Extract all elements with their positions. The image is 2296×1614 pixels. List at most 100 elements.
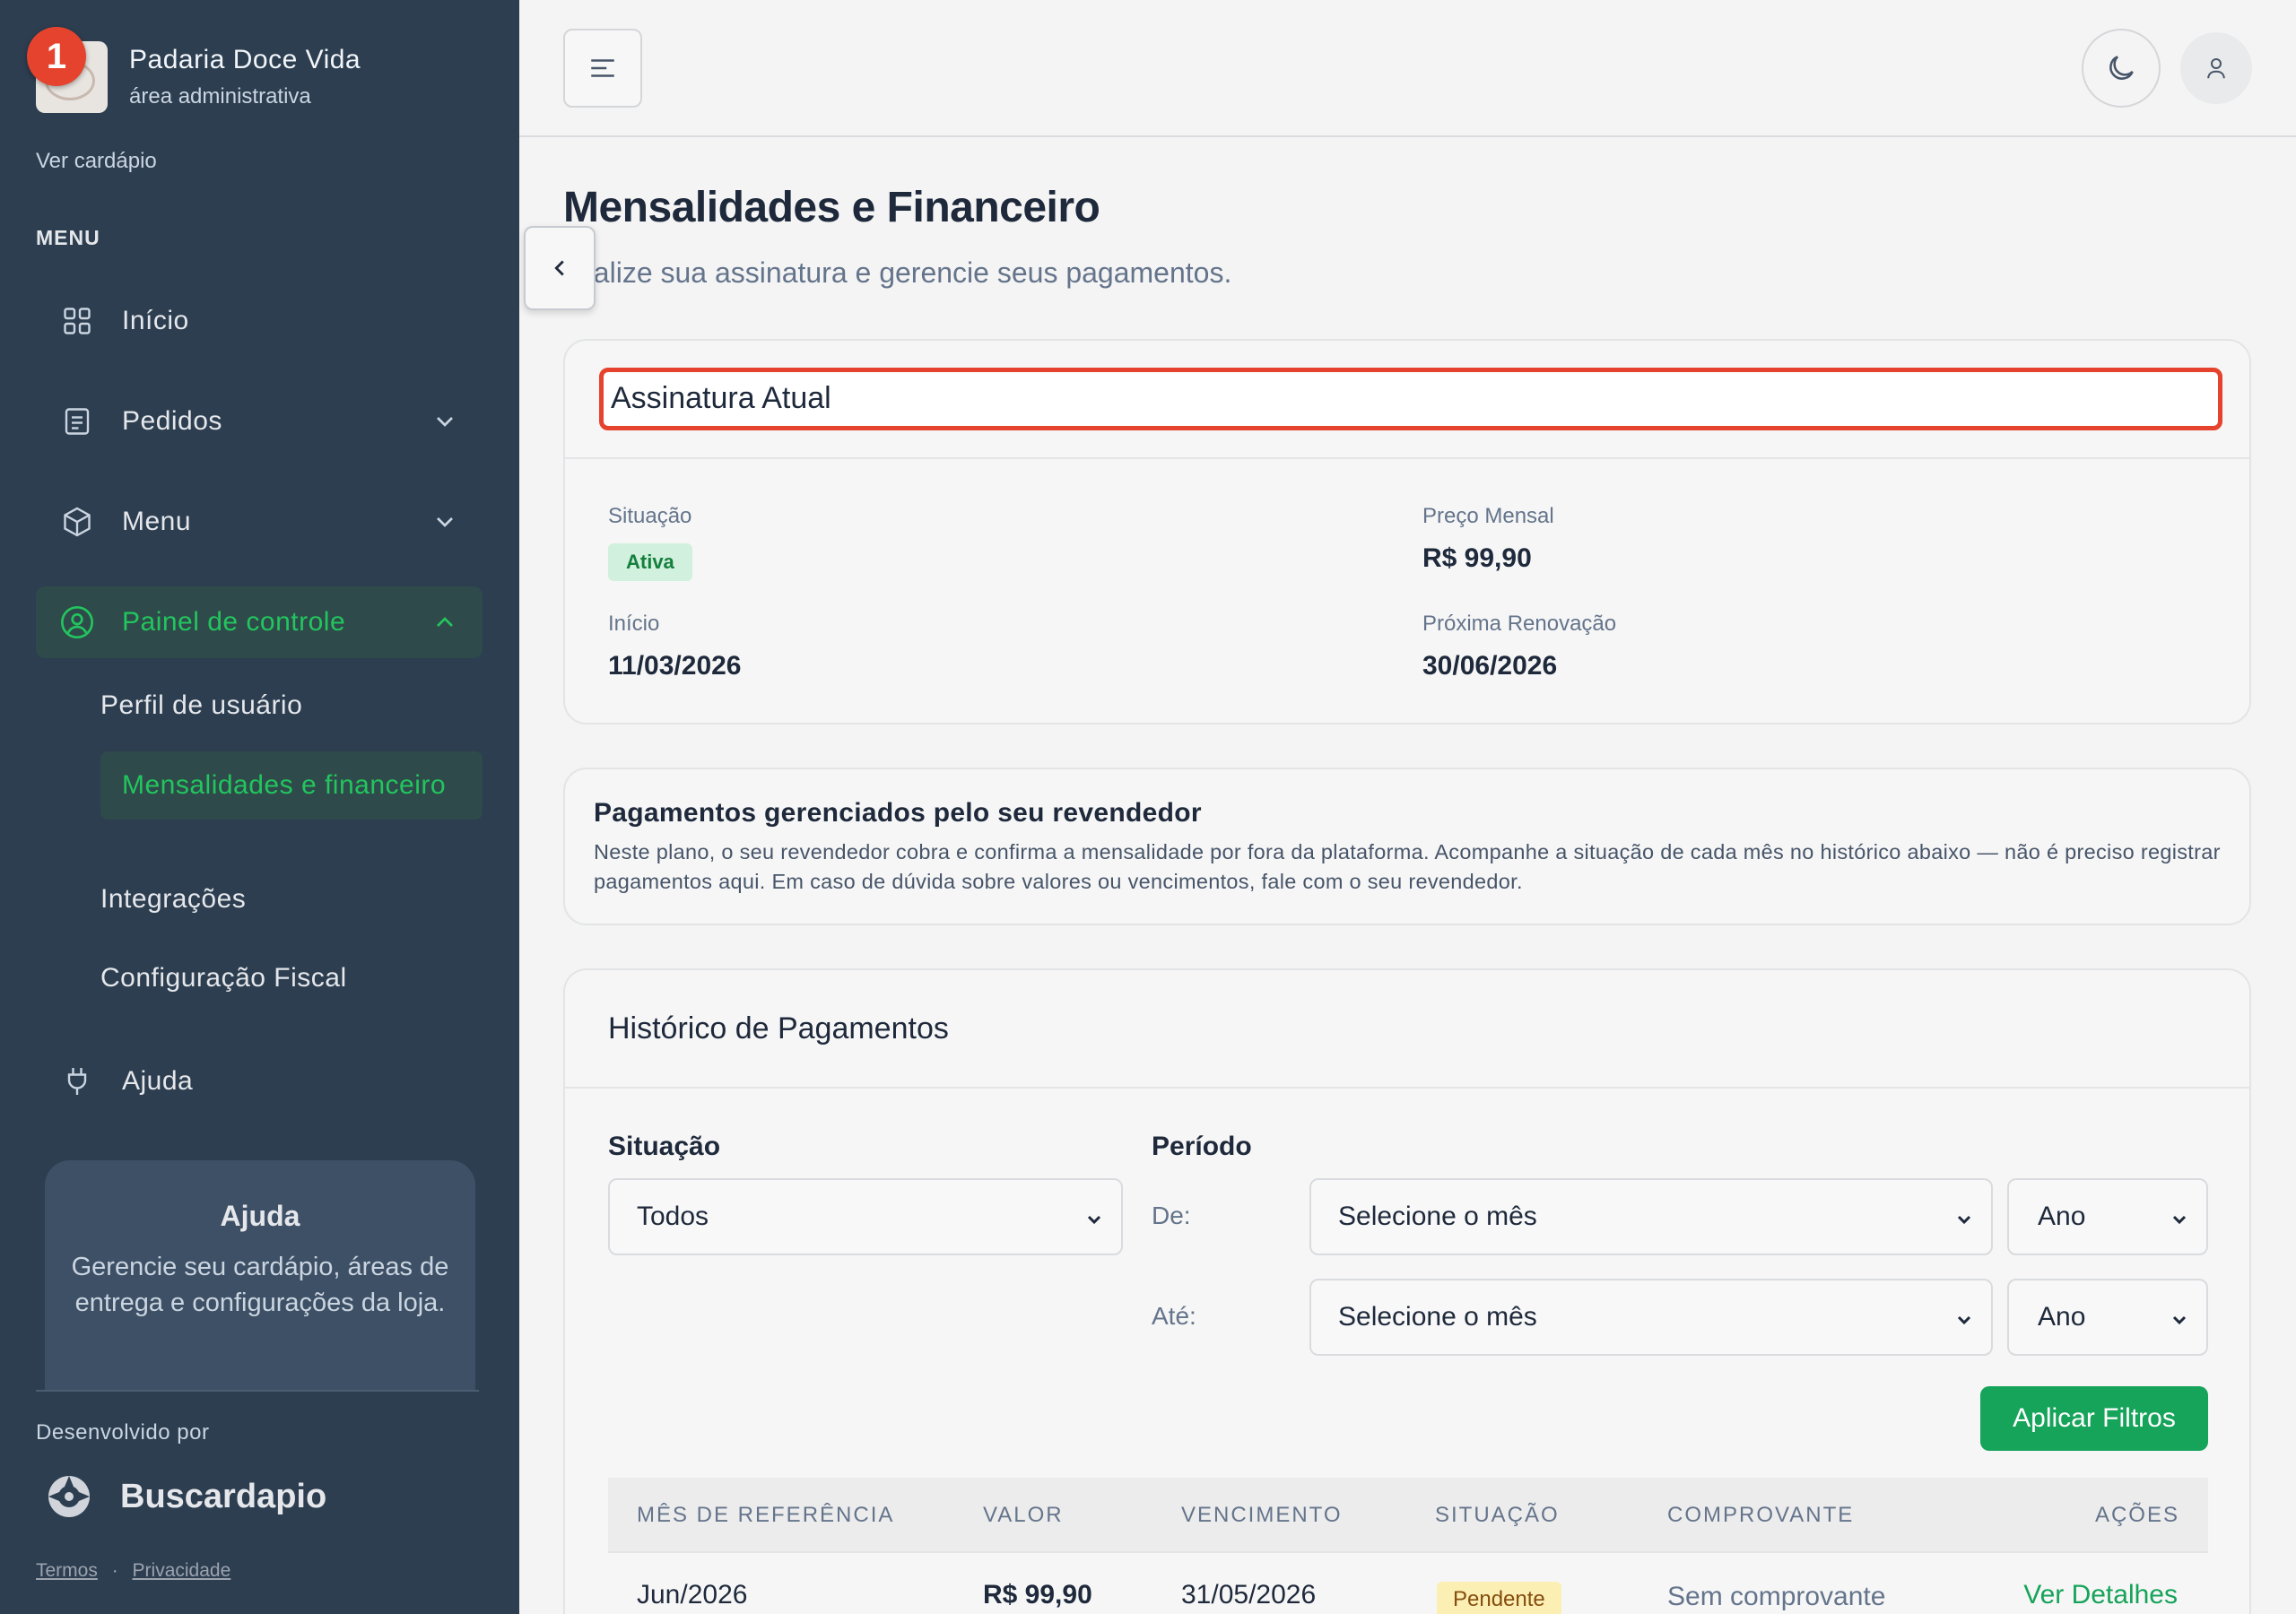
sidebar-item-label: Início [122,306,189,335]
view-details-link[interactable]: Ver Detalhes [2023,1580,2178,1610]
theme-toggle-button[interactable] [2082,29,2161,108]
status-filter-value: Todos [637,1202,709,1231]
column-header: VALOR [983,1503,1064,1527]
sidebar-item-pedidos[interactable]: Pedidos [36,386,483,457]
page-title: Mensalidades e Financeiro [563,184,1100,231]
from-year-select[interactable]: Ano [2007,1178,2208,1255]
sidebar-item-menu[interactable]: Menu [36,486,483,558]
chevron-down-icon [437,517,453,527]
row-value: R$ 99,90 [983,1580,1092,1610]
sidebar-item-label: Pedidos [122,406,222,436]
moon-icon [2109,56,2134,80]
plug-icon [59,1063,95,1099]
reseller-info-card: Pagamentos gerenciados pelo seu revended… [563,768,2251,925]
document-icon [59,404,95,439]
help-title: Ajuda [220,1200,300,1232]
subscription-card: Assinatura Atual Situação Ativa Preço Me… [563,339,2251,725]
row-receipt: Sem comprovante [1667,1582,1886,1611]
sidebar-item-ajuda[interactable]: Ajuda [36,1046,483,1117]
box-icon [59,504,95,540]
page-subtitle: sualize sua assinatura e gerencie seus p… [563,256,1232,289]
chevron-down-icon [2172,1215,2187,1225]
sidebar-sub-mensalidades[interactable]: Mensalidades e financeiro [100,751,483,820]
sidebar: 1 Padaria Doce Vida área administrativa … [0,0,519,1614]
chevron-down-icon [437,417,453,427]
chevron-down-icon [1957,1215,1971,1225]
apply-filters-button[interactable]: Aplicar Filtros [1980,1386,2208,1451]
to-month-value: Selecione o mês [1338,1302,1537,1332]
to-year-value: Ano [2038,1302,2086,1332]
chevron-down-icon [1957,1315,1971,1325]
column-header: SITUAÇÃO [1435,1503,1560,1527]
help-description: Gerencie seu cardápio, áreas de entrega … [71,1253,449,1317]
developed-by: Desenvolvido por [36,1420,210,1445]
status-badge: Ativa [608,543,692,581]
terms-link[interactable]: Termos [36,1560,98,1581]
to-month-select[interactable]: Selecione o mês [1309,1279,1993,1356]
row-month: Jun/2026 [637,1580,748,1610]
renewal-label: Próxima Renovação [1422,612,1617,636]
sidebar-sub-perfil[interactable]: Perfil de usuário [100,690,483,721]
sidebar-item-inicio[interactable]: Início [36,285,483,357]
developer-brand[interactable]: Buscardapio [47,1474,326,1519]
from-year-value: Ano [2038,1202,2086,1231]
info-title: Pagamentos gerenciados pelo seu revended… [594,798,1202,828]
notification-badge: 1 [27,27,86,86]
user-avatar-button[interactable] [2180,32,2252,104]
period-label: Período [1152,1132,1252,1161]
from-label: De: [1152,1202,1191,1229]
status-filter-label: Situação [608,1132,721,1161]
subscription-title: Assinatura Atual [599,368,2222,430]
sidebar-sub-fiscal[interactable]: Configuração Fiscal [100,963,483,994]
footer-links: Termos · Privacidade [36,1560,230,1582]
sidebar-item-label: Menu [122,507,192,536]
buscardapio-logo-icon [48,1476,90,1517]
chevron-down-icon [2172,1315,2187,1325]
hamburger-icon [591,59,614,77]
start-field: Início 11/03/2026 [608,612,742,681]
column-header: MÊS DE REFERÊNCIA [637,1503,895,1527]
privacy-link[interactable]: Privacidade [133,1560,231,1581]
chevron-left-icon [554,260,564,276]
footer-separator: · [111,1560,118,1581]
from-month-select[interactable]: Selecione o mês [1309,1178,1993,1255]
row-due-date: 31/05/2026 [1181,1580,1317,1610]
brand[interactable]: 1 Padaria Doce Vida área administrativa [27,27,361,113]
developer-name: Buscardapio [120,1477,327,1515]
sidebar-item-label: Painel de controle [122,607,346,637]
renewal-value: 30/06/2026 [1422,651,1558,681]
help-card: Ajuda Gerencie seu cardápio, áreas de en… [45,1160,475,1390]
sidebar-item-painel[interactable]: Painel de controle [36,586,483,658]
view-menu-link[interactable]: Ver cardápio [36,149,157,174]
column-header: VENCIMENTO [1181,1503,1343,1527]
to-year-select[interactable]: Ano [2007,1279,2208,1356]
price-label: Preço Mensal [1422,504,1554,528]
sidebar-sub-integracoes[interactable]: Integrações [100,884,483,915]
status-badge: Pendente [1437,1582,1561,1614]
collapse-sidebar-button[interactable] [524,226,596,310]
menu-toggle-button[interactable] [563,29,642,108]
topbar [519,0,2296,137]
price-value: R$ 99,90 [1422,543,1532,573]
table-header: MÊS DE REFERÊNCIA VALOR VENCIMENTO SITUA… [608,1478,2208,1553]
status-filter-select[interactable]: Todos [608,1178,1123,1255]
column-header: AÇÕES [2094,1503,2179,1527]
price-field: Preço Mensal R$ 99,90 [1422,504,1554,574]
divider [36,1390,479,1392]
chevron-down-icon [1087,1215,1101,1225]
grid-icon [59,303,95,339]
user-circle-icon [59,604,95,640]
to-label: Até: [1152,1302,1196,1330]
renewal-field: Próxima Renovação 30/06/2026 [1422,612,1616,681]
status-label: Situação [608,504,692,528]
column-header: COMPROVANTE [1667,1503,1855,1527]
start-label: Início [608,612,660,636]
brand-subtitle: área administrativa [129,84,311,108]
status-field: Situação Ativa [608,504,692,581]
brand-logo: 1 [27,27,108,113]
sidebar-item-label: Ajuda [122,1066,194,1096]
user-icon [2207,58,2225,79]
chevron-up-icon [437,617,453,627]
info-description: Neste plano, o seu revendedor cobra e co… [594,840,2221,893]
from-month-value: Selecione o mês [1338,1202,1537,1231]
